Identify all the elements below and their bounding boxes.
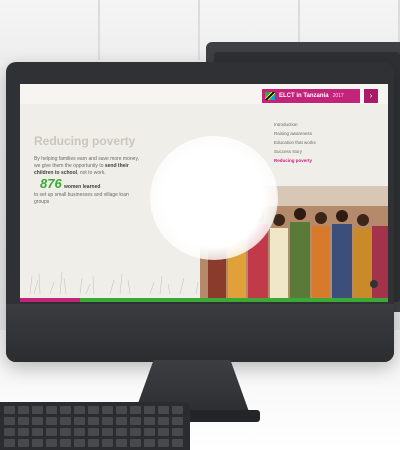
stat-label: women learned (64, 184, 101, 190)
dust-cloud-overlay (150, 136, 278, 260)
keyboard-row (4, 417, 183, 425)
country-badge[interactable]: ELCT in Tanzania 2017 (262, 89, 360, 103)
grass-sketch (29, 271, 199, 294)
keyboard-row (4, 406, 183, 414)
badge-year: 2017 (332, 93, 344, 99)
section-paragraph: By helping families earn and save more m… (34, 156, 146, 177)
monitor-screen: ELCT in Tanzania 2017 › Reducing poverty… (20, 84, 388, 302)
menu-item-raising-awareness[interactable]: Raising awareness (274, 129, 354, 138)
progress-strip (20, 298, 388, 302)
section-heading: Reducing poverty (34, 134, 136, 148)
keyboard (0, 402, 190, 450)
paragraph-end: , not to work. (77, 170, 106, 176)
stat-number: 876 (40, 176, 62, 191)
tanzania-flag-icon (265, 92, 275, 100)
next-arrow-icon[interactable]: › (364, 89, 378, 103)
keyboard-row (4, 428, 183, 436)
keyboard-row (4, 439, 183, 447)
stat-detail: to set up small businesses and village l… (34, 192, 129, 205)
menu-item-introduction[interactable]: Introduction (274, 120, 354, 129)
scroll-indicator[interactable] (370, 280, 378, 288)
progress-strip-accent (20, 298, 80, 302)
badge-title: ELCT in Tanzania (279, 93, 329, 99)
monitor-chin (6, 304, 394, 362)
